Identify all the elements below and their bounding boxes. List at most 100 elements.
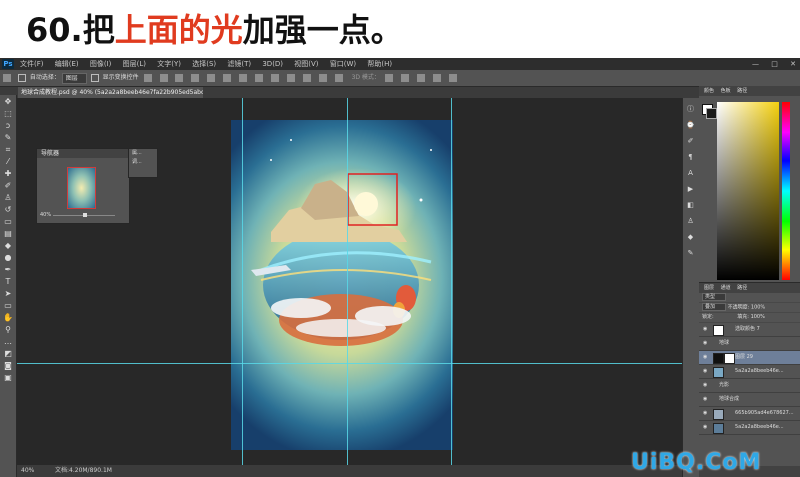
- visibility-eye-icon[interactable]: ◉: [703, 379, 707, 392]
- menu-image[interactable]: 图像(I): [90, 60, 112, 68]
- distribute-right-icon[interactable]: [318, 74, 327, 82]
- clone-stamp-tool-icon[interactable]: ♙: [3, 193, 13, 203]
- menu-layer[interactable]: 图层(L): [123, 60, 146, 68]
- hue-slider[interactable]: [782, 102, 790, 280]
- 3d-scale-icon[interactable]: [448, 74, 457, 82]
- gradient-tool-icon[interactable]: ▤: [3, 229, 13, 239]
- 3d-roll-icon[interactable]: [400, 74, 409, 82]
- character-icon[interactable]: A: [686, 169, 695, 178]
- eyedropper-tool-icon[interactable]: ⁄: [3, 157, 13, 167]
- dodge-tool-icon[interactable]: ●: [3, 253, 13, 263]
- info-icon[interactable]: ⓘ: [686, 105, 695, 114]
- zoom-tool-icon[interactable]: ⚲: [3, 325, 13, 335]
- show-transform-checkbox[interactable]: [90, 74, 99, 82]
- tab-paths[interactable]: 路径: [737, 88, 747, 94]
- layer-row[interactable]: ◉ 选取颜色 7: [699, 323, 800, 337]
- visibility-eye-icon[interactable]: ◉: [703, 351, 707, 364]
- layer-group-row[interactable]: ◉ 地球: [699, 337, 800, 351]
- visibility-eye-icon[interactable]: ◉: [703, 323, 707, 336]
- tab-swatches[interactable]: 色板: [721, 88, 731, 94]
- move-tool-icon[interactable]: ✥: [3, 97, 13, 107]
- properties-panel-button[interactable]: 属...: [129, 149, 157, 158]
- blend-mode-dropdown[interactable]: 叠加: [702, 303, 727, 311]
- hand-tool-icon[interactable]: ✋: [3, 313, 13, 323]
- guide-vertical-1[interactable]: [242, 98, 243, 465]
- layer-group-row[interactable]: ◉ 光影: [699, 379, 800, 393]
- paragraph-icon[interactable]: ¶: [686, 153, 695, 162]
- menu-view[interactable]: 视图(V): [294, 60, 318, 68]
- layer-row[interactable]: ◉ 5a2a2a8beeb46e...: [699, 421, 800, 435]
- status-doc-size[interactable]: 文档:4.20M/890.1M: [55, 465, 112, 477]
- menu-window[interactable]: 窗口(W): [330, 60, 356, 68]
- auto-select-dropdown[interactable]: 图层: [61, 73, 87, 84]
- tab-layer-paths[interactable]: 路径: [737, 285, 747, 291]
- menu-help[interactable]: 帮助(H): [367, 60, 392, 68]
- document-tab[interactable]: 地球合成教程.psd @ 40% (5a2a2a8beeb46e7fa22b90…: [18, 87, 203, 98]
- align-right-icon[interactable]: [223, 74, 232, 82]
- history-brush-tool-icon[interactable]: ↺: [3, 205, 13, 215]
- swatch-icon[interactable]: ◧: [686, 201, 695, 210]
- opacity-value[interactable]: 100%: [751, 305, 765, 311]
- align-top-icon[interactable]: [143, 74, 152, 82]
- guide-horizontal[interactable]: [17, 363, 682, 364]
- minimize-button[interactable]: —: [752, 60, 759, 68]
- crop-tool-icon[interactable]: ⌗: [3, 145, 13, 155]
- background-color-swatch[interactable]: [706, 108, 717, 119]
- visibility-eye-icon[interactable]: ◉: [703, 421, 707, 434]
- auto-align-icon[interactable]: [334, 74, 343, 82]
- tab-channels[interactable]: 通道: [721, 285, 731, 291]
- eraser-tool-icon[interactable]: ▭: [3, 217, 13, 227]
- color-swatches-icon[interactable]: ◩: [3, 349, 13, 359]
- align-vcenter-icon[interactable]: [159, 74, 168, 82]
- brush-icon[interactable]: ✐: [686, 137, 695, 146]
- status-zoom[interactable]: 40%: [21, 465, 34, 477]
- distribute-left-icon[interactable]: [286, 74, 295, 82]
- tab-color[interactable]: 颜色: [704, 88, 714, 94]
- align-hcenter-icon[interactable]: [207, 74, 216, 82]
- shape-tool-icon[interactable]: ▭: [3, 301, 13, 311]
- guide-vertical-3[interactable]: [451, 98, 452, 465]
- marquee-tool-icon[interactable]: ⬚: [3, 109, 13, 119]
- visibility-eye-icon[interactable]: ◉: [703, 407, 707, 420]
- visibility-eye-icon[interactable]: ◉: [703, 365, 707, 378]
- navigator-zoom-knob[interactable]: [83, 213, 87, 217]
- menu-select[interactable]: 选择(S): [192, 60, 216, 68]
- type-tool-icon[interactable]: T: [3, 277, 13, 287]
- distribute-top-icon[interactable]: [239, 74, 248, 82]
- styles-icon[interactable]: ◆: [686, 233, 695, 242]
- more-tools-icon[interactable]: …: [3, 337, 13, 347]
- brush-tool-icon[interactable]: ✐: [3, 181, 13, 191]
- navigator-title[interactable]: 导航器: [37, 149, 129, 158]
- screen-mode-icon[interactable]: ▣: [3, 373, 13, 383]
- pen-tool-icon[interactable]: ✒: [3, 265, 13, 275]
- 3d-rotate-icon[interactable]: [384, 74, 393, 82]
- tool-presets-icon[interactable]: ✎: [686, 249, 695, 258]
- path-select-tool-icon[interactable]: ➤: [3, 289, 13, 299]
- layer-kind-dropdown[interactable]: 类型: [702, 293, 727, 301]
- actions-icon[interactable]: ▶: [686, 185, 695, 194]
- visibility-eye-icon[interactable]: ◉: [703, 393, 707, 406]
- poster-canvas[interactable]: [231, 120, 453, 450]
- menu-edit[interactable]: 编辑(E): [55, 60, 79, 68]
- blur-tool-icon[interactable]: ◆: [3, 241, 13, 251]
- move-tool-icon[interactable]: [3, 74, 11, 82]
- fill-value[interactable]: 100%: [751, 314, 765, 320]
- close-button[interactable]: ✕: [790, 60, 796, 68]
- align-left-icon[interactable]: [191, 74, 200, 82]
- color-picker-field[interactable]: [717, 102, 779, 280]
- healing-brush-tool-icon[interactable]: ✚: [3, 169, 13, 179]
- menu-type[interactable]: 文字(Y): [157, 60, 181, 68]
- 3d-pan-icon[interactable]: [416, 74, 425, 82]
- quick-mask-icon[interactable]: ◙: [3, 361, 13, 371]
- layer-row-selected[interactable]: ◉ 图层 29: [699, 351, 800, 365]
- 3d-slide-icon[interactable]: [432, 74, 441, 82]
- clone-source-icon[interactable]: ♙: [686, 217, 695, 226]
- adjustments-panel-button[interactable]: 调...: [129, 158, 157, 167]
- distribute-bottom-icon[interactable]: [270, 74, 279, 82]
- guide-vertical-2[interactable]: [347, 98, 348, 465]
- menu-file[interactable]: 文件(F): [20, 60, 44, 68]
- menu-filter[interactable]: 滤镜(T): [227, 60, 251, 68]
- distribute-hcenter-icon[interactable]: [302, 74, 311, 82]
- distribute-vcenter-icon[interactable]: [255, 74, 264, 82]
- layer-row[interactable]: ◉ 665b905ad4e678627...: [699, 407, 800, 421]
